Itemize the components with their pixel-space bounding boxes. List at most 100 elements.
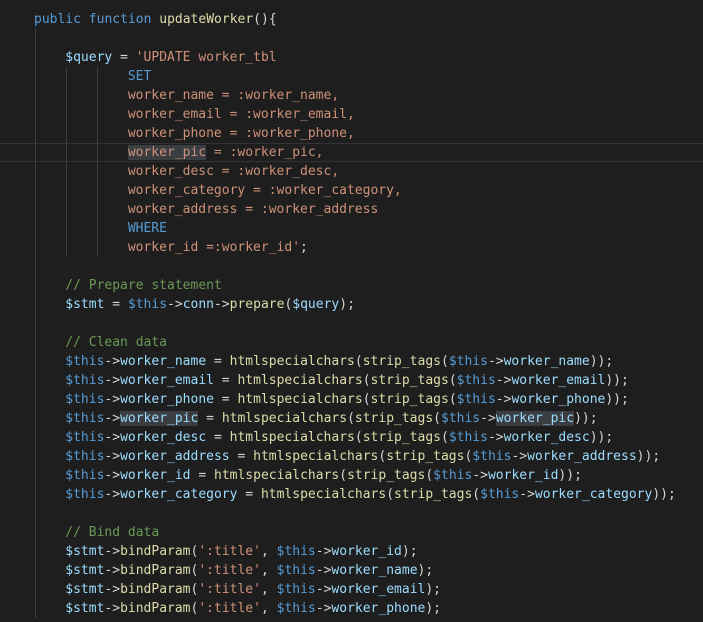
code-line[interactable]: worker_id =:worker_id'; <box>0 238 703 257</box>
code-token: worker_address <box>120 449 230 464</box>
code-token: htmlspecialchars <box>229 430 355 445</box>
code-token: -> <box>104 563 121 578</box>
code-text: $this->worker_pic = htmlspecialchars(str… <box>34 409 598 428</box>
code-line[interactable]: worker_desc = :worker_desc, <box>0 162 703 181</box>
code-token: )); <box>589 354 614 369</box>
code-token: -> <box>104 544 121 559</box>
code-text: $stmt->bindParam(':title', $this->worker… <box>34 599 441 618</box>
code-token: worker_phone <box>331 601 426 616</box>
code-line[interactable]: $this->worker_address = htmlspecialchars… <box>0 447 703 466</box>
code-token: worker_desc <box>120 430 207 445</box>
code-line[interactable]: $stmt->bindParam(':title', $this->worker… <box>0 542 703 561</box>
code-line[interactable]: // Clean data <box>0 333 703 352</box>
code-token: worker_address = :worker_address <box>127 202 379 217</box>
code-text: worker_address = :worker_address <box>34 200 378 219</box>
code-token: ':title' <box>198 601 261 616</box>
code-line[interactable]: $stmt->bindParam(':title', $this->worker… <box>0 599 703 618</box>
code-text: worker_desc = :worker_desc, <box>34 162 339 181</box>
code-token: -> <box>495 373 512 388</box>
code-token: = <box>104 297 128 312</box>
code-line[interactable]: worker_address = :worker_address <box>0 200 703 219</box>
code-token: // Clean data <box>65 335 168 350</box>
code-line[interactable]: // Prepare statement <box>0 276 703 295</box>
code-line[interactable]: worker_email = :worker_email, <box>0 105 703 124</box>
code-line[interactable]: $this->worker_email = htmlspecialchars(s… <box>0 371 703 390</box>
code-token: worker_id =:worker_id' <box>127 240 301 255</box>
code-token: updateWorker <box>159 12 254 27</box>
indent-guide <box>35 257 36 276</box>
code-line[interactable] <box>0 314 703 333</box>
code-line[interactable]: $this->worker_name = htmlspecialchars(st… <box>0 352 703 371</box>
code-token: conn <box>182 297 214 312</box>
code-text: $this->worker_address = htmlspecialchars… <box>34 447 660 466</box>
code-token: htmlspecialchars <box>229 354 355 369</box>
code-token: worker_name <box>120 354 207 369</box>
code-token: -> <box>315 563 332 578</box>
code-text: $this->worker_name = htmlspecialchars(st… <box>34 352 613 371</box>
code-area[interactable]: public function updateWorker(){ $query = … <box>0 10 703 618</box>
code-line[interactable]: public function updateWorker(){ <box>0 10 703 29</box>
code-token: = <box>237 487 261 502</box>
code-token: ); <box>401 544 418 559</box>
code-token: $this <box>448 354 488 369</box>
code-line[interactable]: $this->worker_phone = htmlspecialchars(s… <box>0 390 703 409</box>
code-token: ( <box>378 449 387 464</box>
code-token: bindParam <box>120 582 191 597</box>
code-line[interactable] <box>0 504 703 523</box>
code-line[interactable]: $this->worker_id = htmlspecialchars(stri… <box>0 466 703 485</box>
code-token: strip_tags <box>370 373 449 388</box>
code-line[interactable]: $this->worker_desc = htmlspecialchars(st… <box>0 428 703 447</box>
code-token: $this <box>276 582 316 597</box>
code-token: -> <box>104 582 121 597</box>
code-token: strip_tags <box>394 487 473 502</box>
code-token: htmlspecialchars <box>253 449 379 464</box>
code-token: $this <box>433 468 473 483</box>
code-line[interactable] <box>0 29 703 48</box>
code-token: -> <box>511 449 528 464</box>
code-token: $this <box>480 487 520 502</box>
code-token: -> <box>315 601 332 616</box>
code-line[interactable] <box>0 257 703 276</box>
code-line[interactable]: $this->worker_pic = htmlspecialchars(str… <box>0 409 703 428</box>
code-token: worker_address <box>527 449 637 464</box>
code-token: -> <box>104 411 121 426</box>
code-text: $stmt->bindParam(':title', $this->worker… <box>34 580 441 599</box>
code-text: $this->worker_email = htmlspecialchars(s… <box>34 371 629 390</box>
code-line[interactable]: // Bind data <box>0 523 703 542</box>
code-token: = <box>190 468 214 483</box>
code-editor[interactable]: public function updateWorker(){ $query = … <box>0 0 703 622</box>
code-line[interactable]: SET <box>0 67 703 86</box>
code-line[interactable]: worker_pic = :worker_pic, <box>0 143 703 163</box>
code-line[interactable]: worker_phone = :worker_phone, <box>0 124 703 143</box>
code-token: -> <box>104 449 121 464</box>
code-token: ':title' <box>198 544 261 559</box>
code-token: worker_desc <box>503 430 590 445</box>
code-token: worker_email <box>120 373 214 388</box>
code-token: 'UPDATE worker_tbl <box>135 50 277 65</box>
code-token: = <box>213 373 238 388</box>
code-token: )); <box>652 487 676 502</box>
code-line[interactable]: WHERE <box>0 219 703 238</box>
code-text: worker_name = :worker_name, <box>34 86 339 105</box>
code-token: worker_id <box>331 544 402 559</box>
code-token: worker_desc = :worker_desc, <box>127 164 340 179</box>
code-line[interactable]: $stmt = $this->conn->prepare($query); <box>0 295 703 314</box>
code-line[interactable]: worker_name = :worker_name, <box>0 86 703 105</box>
code-token: worker_id <box>120 468 191 483</box>
code-token: = :worker_pic, <box>206 145 324 160</box>
code-token: $this <box>65 373 105 388</box>
code-token: strip_tags <box>347 468 426 483</box>
code-text: $this->worker_id = htmlspecialchars(stri… <box>34 466 582 485</box>
code-token: )); <box>574 411 598 426</box>
code-text: $this->worker_desc = htmlspecialchars(st… <box>34 428 613 447</box>
code-line[interactable]: $stmt->bindParam(':title', $this->worker… <box>0 561 703 580</box>
code-line[interactable]: $this->worker_category = htmlspecialchar… <box>0 485 703 504</box>
code-line[interactable]: $query = 'UPDATE worker_tbl <box>0 48 703 67</box>
code-line[interactable]: $stmt->bindParam(':title', $this->worker… <box>0 580 703 599</box>
code-text: $stmt->bindParam(':title', $this->worker… <box>34 561 433 580</box>
code-token: (){ <box>253 12 277 27</box>
code-token: // Bind data <box>65 525 160 540</box>
indent-guide <box>35 29 36 48</box>
code-line[interactable]: worker_category = :worker_category, <box>0 181 703 200</box>
indent-guide <box>35 314 36 333</box>
